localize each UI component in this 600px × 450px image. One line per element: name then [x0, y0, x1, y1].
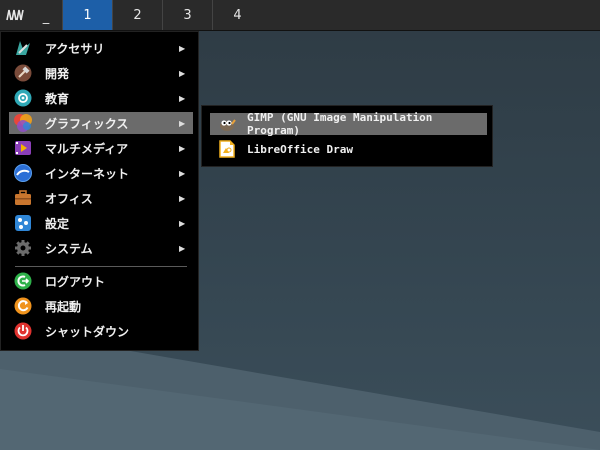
submenu-item-label: LibreOffice Draw: [247, 142, 353, 156]
submenu-arrow-icon: ▶: [179, 218, 186, 228]
submenu-item-libreoffice-draw[interactable]: LibreOffice Draw: [210, 138, 487, 160]
development-hammer-icon: [13, 63, 33, 83]
graphics-icon: [13, 113, 33, 133]
menu-item-reboot[interactable]: 再起動: [9, 295, 193, 317]
menu-item-label: 設定: [45, 216, 70, 231]
logout-icon: [13, 271, 33, 291]
submenu-arrow-icon: ▶: [179, 118, 186, 128]
workspace-2-button[interactable]: 2: [112, 0, 162, 30]
submenu-item-gimp[interactable]: GIMP (GNU Image Manipulation Program): [210, 111, 487, 137]
menu-item-office[interactable]: オフィス ▶: [9, 187, 193, 209]
gimp-icon: [218, 115, 236, 133]
graphics-submenu: GIMP (GNU Image Manipulation Program) Li…: [201, 105, 493, 167]
menu-item-development[interactable]: 開発 ▶: [9, 62, 193, 84]
workspace-3-button[interactable]: 3: [162, 0, 212, 30]
menu-item-label: アクセサリ: [45, 41, 105, 56]
menu-item-label: ログアウト: [45, 274, 106, 289]
workspace-4-button[interactable]: 4: [212, 0, 262, 30]
application-menu: アクセサリ ▶ 開発 ▶ 教育 ▶ グラフィックス ▶ マルチメディア ▶ イン: [0, 31, 199, 351]
show-desktop-button[interactable]: _: [30, 0, 62, 30]
submenu-arrow-icon: ▶: [179, 193, 186, 203]
menu-item-label: グラフィックス: [45, 116, 129, 131]
menu-item-label: インターネット: [45, 166, 130, 181]
grid-menu-icon: [6, 9, 24, 21]
menu-item-multimedia[interactable]: マルチメディア ▶: [9, 137, 193, 159]
menu-item-accessories[interactable]: アクセサリ ▶: [9, 37, 193, 59]
submenu-arrow-icon: ▶: [179, 43, 186, 53]
menu-item-label: マルチメディア: [45, 141, 129, 156]
submenu-arrow-icon: ▶: [179, 93, 186, 103]
menu-item-label: 再起動: [45, 299, 82, 314]
shutdown-icon: [13, 321, 33, 341]
accessories-icon: [13, 38, 33, 58]
menu-item-settings[interactable]: 設定 ▶: [9, 212, 193, 234]
menu-item-label: シャットダウン: [45, 324, 130, 339]
education-icon: [13, 88, 33, 108]
menu-item-label: 開発: [45, 66, 70, 81]
workspace-1-button[interactable]: 1: [62, 0, 112, 30]
menu-separator: [15, 266, 187, 267]
menu-item-shutdown[interactable]: シャットダウン: [9, 320, 193, 342]
settings-icon: [13, 213, 33, 233]
submenu-item-label: GIMP (GNU Image Manipulation Program): [247, 111, 433, 137]
menu-item-logout[interactable]: ログアウト: [9, 270, 193, 292]
menu-launcher-button[interactable]: [0, 0, 30, 30]
office-briefcase-icon: [13, 188, 33, 208]
menu-item-system[interactable]: システム ▶: [9, 237, 193, 259]
libreoffice-draw-icon: [218, 140, 236, 158]
menu-item-education[interactable]: 教育 ▶: [9, 87, 193, 109]
internet-icon: [13, 163, 33, 183]
menu-item-internet[interactable]: インターネット ▶: [9, 162, 193, 184]
submenu-arrow-icon: ▶: [179, 143, 186, 153]
submenu-arrow-icon: ▶: [179, 243, 186, 253]
submenu-arrow-icon: ▶: [179, 68, 186, 78]
menu-item-graphics[interactable]: グラフィックス ▶: [9, 112, 193, 134]
menu-item-label: システム: [45, 241, 93, 256]
system-gear-icon: [13, 238, 33, 258]
reboot-icon: [13, 296, 33, 316]
multimedia-icon: [13, 138, 33, 158]
menu-item-label: 教育: [45, 91, 70, 106]
menu-item-label: オフィス: [45, 191, 93, 206]
submenu-arrow-icon: ▶: [179, 168, 186, 178]
top-panel: _ 1 2 3 4: [0, 0, 600, 31]
